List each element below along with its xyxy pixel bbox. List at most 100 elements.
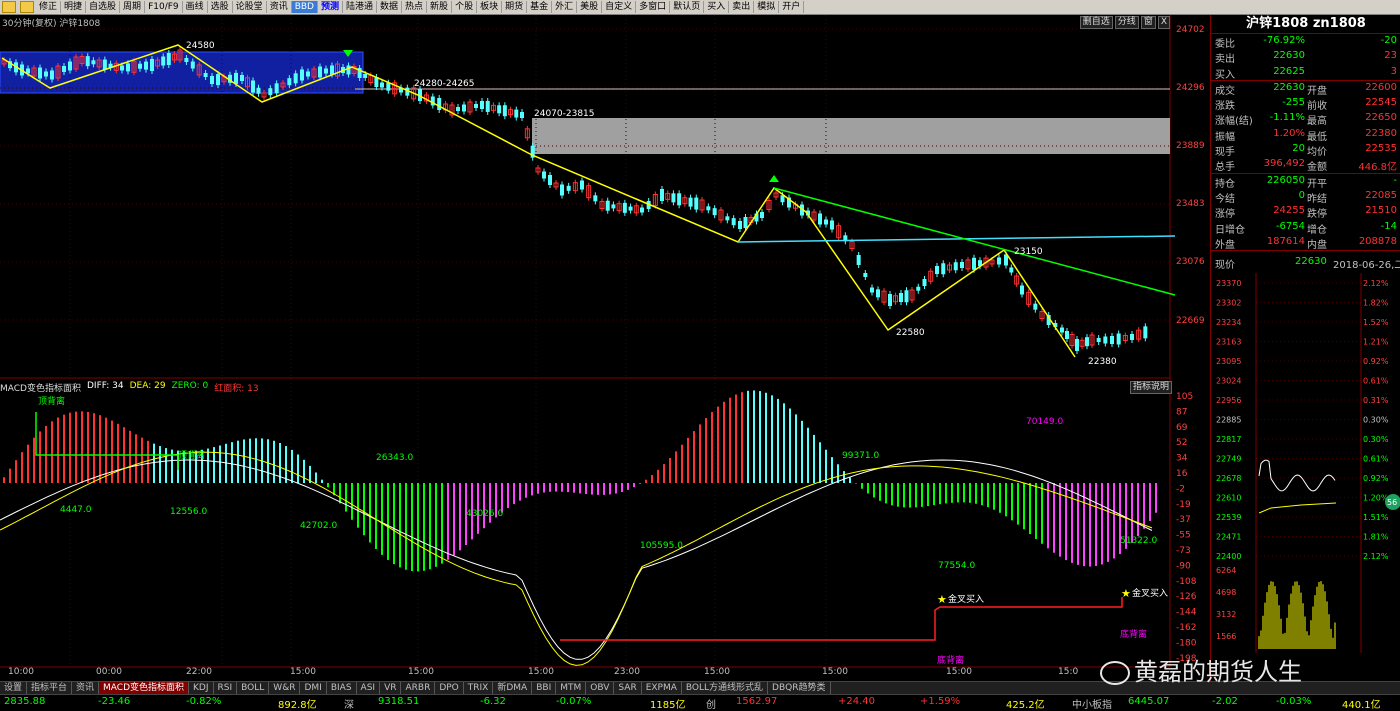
quote-value: 21510	[1365, 205, 1397, 217]
quote-label: 均价	[1307, 147, 1327, 159]
indicator-tab[interactable]: VR	[380, 682, 402, 694]
toolbar-button[interactable]: 资讯	[267, 1, 292, 13]
indicator-tab[interactable]: W&R	[269, 682, 301, 694]
green-trendline	[773, 187, 1176, 296]
candle	[485, 100, 490, 112]
toolbar-button[interactable]: 热点	[402, 1, 428, 13]
toolbar-button[interactable]: 预测	[318, 1, 343, 13]
toolbar-button[interactable]: 自选股	[86, 1, 121, 13]
indicator-tab[interactable]: MTM	[556, 682, 587, 694]
macd-label: 26343.0	[376, 453, 413, 463]
candle	[1020, 285, 1024, 295]
toolbar-button[interactable]: 周期	[120, 1, 146, 13]
toolbar-button[interactable]: 卖出	[729, 1, 755, 13]
quote-title: 沪锌1808 zn1808	[1211, 15, 1400, 34]
candle	[870, 287, 874, 293]
toolbar-button[interactable]: 买入	[704, 1, 730, 13]
toolbar-button[interactable]: 修正	[36, 1, 62, 13]
macd-label: 金叉买入	[948, 593, 984, 605]
window-button[interactable]: 窗	[1140, 16, 1156, 29]
candle	[68, 61, 72, 71]
remove-favorite-button[interactable]: 删自选	[1079, 16, 1113, 29]
toolbar-button[interactable]: 外汇	[552, 1, 578, 13]
intraday-minichart[interactable]: 23370 23302 23234 23163 23095 23024 22956 22885…	[1211, 273, 1400, 654]
indicator-tab[interactable]: DMI	[300, 682, 327, 694]
macd-legend: MACD变色指标面积 DIFF: 34 DEA: 29 ZERO: 0 红面积:…	[0, 381, 259, 394]
indicator-help-button[interactable]: 指标说明	[1130, 381, 1173, 394]
toolbar-button[interactable]: F10/F9	[145, 1, 183, 13]
macd-axis-label: -73	[1176, 546, 1191, 556]
quote-label: 委比	[1215, 39, 1235, 50]
star-icon: ★	[937, 593, 947, 606]
mini-axis-label: 22956	[1216, 396, 1241, 405]
time-label: 22:00	[186, 667, 212, 677]
back-icon[interactable]	[2, 1, 16, 13]
indicator-tab[interactable]: OBV	[586, 682, 615, 694]
indicator-tab[interactable]: BBI	[532, 682, 557, 694]
indicator-tab[interactable]: BOLL	[237, 682, 270, 694]
mini-axis-label: 22539	[1216, 513, 1241, 522]
toolbar-button[interactable]: 模拟	[754, 1, 780, 13]
indicator-tab[interactable]: SAR	[614, 682, 642, 694]
candle	[1130, 334, 1134, 340]
indicator-tab[interactable]: ARBR	[401, 682, 436, 694]
toolbar-button[interactable]: 板块	[477, 1, 503, 13]
toolbar-button[interactable]: 美股	[577, 1, 603, 13]
toolbar-button[interactable]: 多窗口	[636, 1, 671, 13]
toolbar-button[interactable]: 数据	[377, 1, 403, 13]
indicator-tab[interactable]: KDJ	[189, 682, 214, 694]
macd-axis-label: 16	[1176, 469, 1188, 479]
kline-chart[interactable]: 24580 24280-24265 24070-23815 23150 22580 223…	[0, 15, 1210, 680]
candle	[363, 74, 368, 78]
candle	[1110, 336, 1114, 344]
candle	[1116, 333, 1121, 345]
close-button[interactable]: X	[1157, 16, 1170, 29]
indicator-tab[interactable]: 资讯	[72, 682, 100, 694]
quote-label: 持仓	[1215, 178, 1235, 190]
quote-row: 今结 0 昨结 22085	[1211, 189, 1400, 205]
indicator-tab[interactable]: ASI	[357, 682, 381, 694]
toolbar-button[interactable]: 新股	[427, 1, 453, 13]
toolbar-button[interactable]: 基金	[527, 1, 553, 13]
candle	[287, 78, 292, 86]
indicator-tab[interactable]: RSI	[214, 682, 238, 694]
toolbar-button[interactable]: 期货	[502, 1, 528, 13]
quote-value: 22625	[1273, 65, 1305, 77]
timeframe-button[interactable]: 分线	[1114, 16, 1139, 29]
candle	[318, 66, 322, 78]
mini-axis-pct: 1.81%	[1363, 533, 1389, 542]
indicator-tab[interactable]: MACD变色指标面积	[99, 682, 190, 694]
toolbar-button[interactable]: 个股	[452, 1, 478, 13]
toolbar-button[interactable]: 画线	[183, 1, 208, 13]
quote-label: 昨结	[1307, 193, 1327, 205]
toolbar-button[interactable]: BBD	[291, 1, 318, 13]
toolbar-button[interactable]: 选股	[208, 1, 233, 13]
candle	[888, 294, 892, 306]
toolbar-button[interactable]: 开户	[779, 1, 805, 13]
toolbar-button[interactable]: 陆港通	[343, 1, 378, 13]
toolbar-button[interactable]: 自定义	[602, 1, 637, 13]
quote-value: 22630	[1273, 50, 1305, 62]
toolbar-button[interactable]: 默认页	[670, 1, 705, 13]
indicator-tab[interactable]: BOLL方通线形式乱	[682, 682, 769, 694]
toolbar-button[interactable]: 明捷	[61, 1, 87, 13]
indicator-tab[interactable]: 新DMA	[493, 682, 533, 694]
indicator-tab[interactable]: TRIX	[464, 682, 494, 694]
indicator-tab[interactable]: 指标平台	[27, 682, 73, 694]
quote-value: 22650	[1365, 112, 1397, 124]
indicator-tab[interactable]: 设置	[0, 682, 28, 694]
resistance-zone	[532, 118, 1170, 154]
forward-icon[interactable]	[20, 1, 34, 13]
toolbar-button[interactable]: 论股堂	[233, 1, 267, 13]
quote-panel: 沪锌1808 zn1808 委比 -76.92% -20 卖出 22630 23 买入 226…	[1210, 15, 1400, 681]
now-price-row: 现价 22630 2018-06-26,二	[1211, 251, 1400, 273]
indicator-tab[interactable]: DBQR趋势类	[768, 682, 831, 694]
mini-axis-label: 1566	[1216, 632, 1236, 641]
candle	[1009, 267, 1014, 273]
macd-axis-label: -144	[1176, 608, 1197, 618]
indicator-tab[interactable]: BIAS	[327, 682, 357, 694]
indicator-tab[interactable]: DPO	[435, 682, 464, 694]
mini-axis-label: 23370	[1216, 279, 1241, 288]
indicator-tab[interactable]: EXPMA	[642, 682, 682, 694]
quote-value: 1.20%	[1273, 127, 1305, 139]
